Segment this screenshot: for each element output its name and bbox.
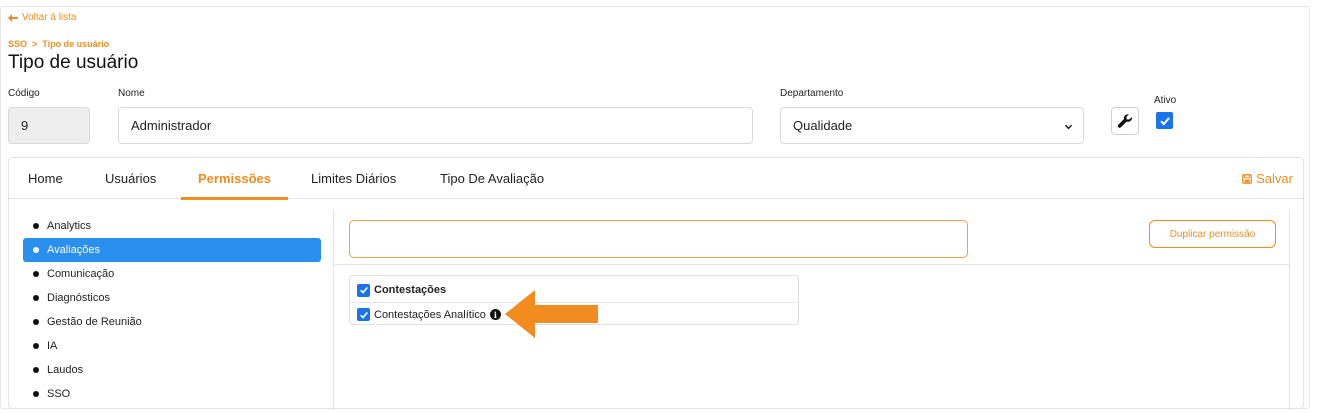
module-item-diagnosticos[interactable]: Diagnósticos [23,286,321,310]
module-label: Gestão de Reunião [47,316,142,328]
bullet-icon [33,343,39,349]
module-item-sso[interactable]: SSO [23,382,321,406]
duplicate-permission-button[interactable]: Duplicar permissão [1149,220,1276,248]
group-checkbox[interactable] [357,283,370,297]
nome-value: Administrador [131,118,212,133]
codigo-field: 9 [8,107,90,144]
checkmark-icon [359,286,368,294]
breadcrumb-separator: > [32,39,38,49]
module-item-laudos[interactable]: Laudos [23,358,321,382]
module-item-comunicacao[interactable]: Comunicação [23,262,321,286]
tab-usuarios[interactable]: Usuários [105,158,156,199]
module-label: Comunicação [47,268,115,280]
page-title: Tipo de usuário [8,52,139,73]
permission-checkbox[interactable] [357,308,370,321]
floppy-disk-icon [1242,173,1253,184]
departamento-value: Qualidade [793,118,853,133]
breadcrumb: SSO > Tipo de usuário [8,39,109,49]
codigo-label: Código [8,88,40,99]
module-item-analytics[interactable]: Analytics [23,214,321,238]
checkmark-icon [1159,116,1170,125]
column-divider-right [1289,210,1290,410]
bullet-icon [33,367,39,373]
breadcrumb-current: Tipo de usuário [42,39,110,49]
checkmark-icon [359,311,368,319]
wrench-icon [1117,114,1133,128]
save-label: Salvar [1256,171,1293,186]
module-label: Laudos [47,364,84,376]
tab-tipo-de-avaliacao[interactable]: Tipo De Avaliação [440,158,544,199]
permission-group-label: Contestações [374,284,447,296]
tab-home[interactable]: Home [28,158,63,199]
ativo-checkbox[interactable] [1156,112,1173,129]
toolbar-divider [334,264,1289,265]
arrow-left-icon [8,13,18,22]
bullet-icon [33,295,39,301]
bullet-icon [33,391,39,397]
wrench-button[interactable] [1111,107,1139,135]
module-item-avaliacoes[interactable]: Avaliações [23,238,321,262]
tab-permissoes[interactable]: Permissões [181,158,288,200]
module-item-ia[interactable]: IA [23,334,321,358]
tab-limites-diarios[interactable]: Limites Diários [311,158,396,199]
module-label: Analytics [47,220,92,232]
info-icon[interactable]: i [489,309,501,320]
nome-field[interactable]: Administrador [118,107,753,144]
annotation-arrow-icon [505,290,598,338]
departamento-select[interactable]: Qualidade [780,107,1084,144]
bullet-icon [33,247,39,253]
back-link-label: Voltar à lista [22,12,77,23]
bullet-icon [33,271,39,277]
breadcrumb-root[interactable]: SSO [8,39,27,49]
module-label: Diagnósticos [47,292,110,304]
chevron-down-icon [1064,124,1073,130]
bullet-icon [33,319,39,325]
permission-item-label: Contestações Analítico [374,308,486,321]
permissions-panel: Home Usuários Permissões Limites Diários… [8,157,1304,410]
module-label: SSO [47,388,71,400]
module-list: Analytics Avaliações Comunicação Diagnós… [23,214,321,406]
bullet-icon [33,223,39,229]
departamento-label: Departamento [780,88,844,99]
save-button[interactable]: Salvar [1242,171,1293,186]
permission-filter-input[interactable] [349,220,968,258]
module-label: IA [47,340,58,352]
ativo-label: Ativo [1154,95,1177,106]
tab-bar: Home Usuários Permissões Limites Diários… [9,158,1303,200]
back-to-list-link[interactable]: Voltar à lista [8,12,76,23]
module-item-gestao-de-reuniao[interactable]: Gestão de Reunião [23,310,321,334]
codigo-value: 9 [21,118,29,133]
column-divider [333,210,334,410]
module-label: Avaliações [47,244,100,256]
nome-label: Nome [118,88,145,99]
